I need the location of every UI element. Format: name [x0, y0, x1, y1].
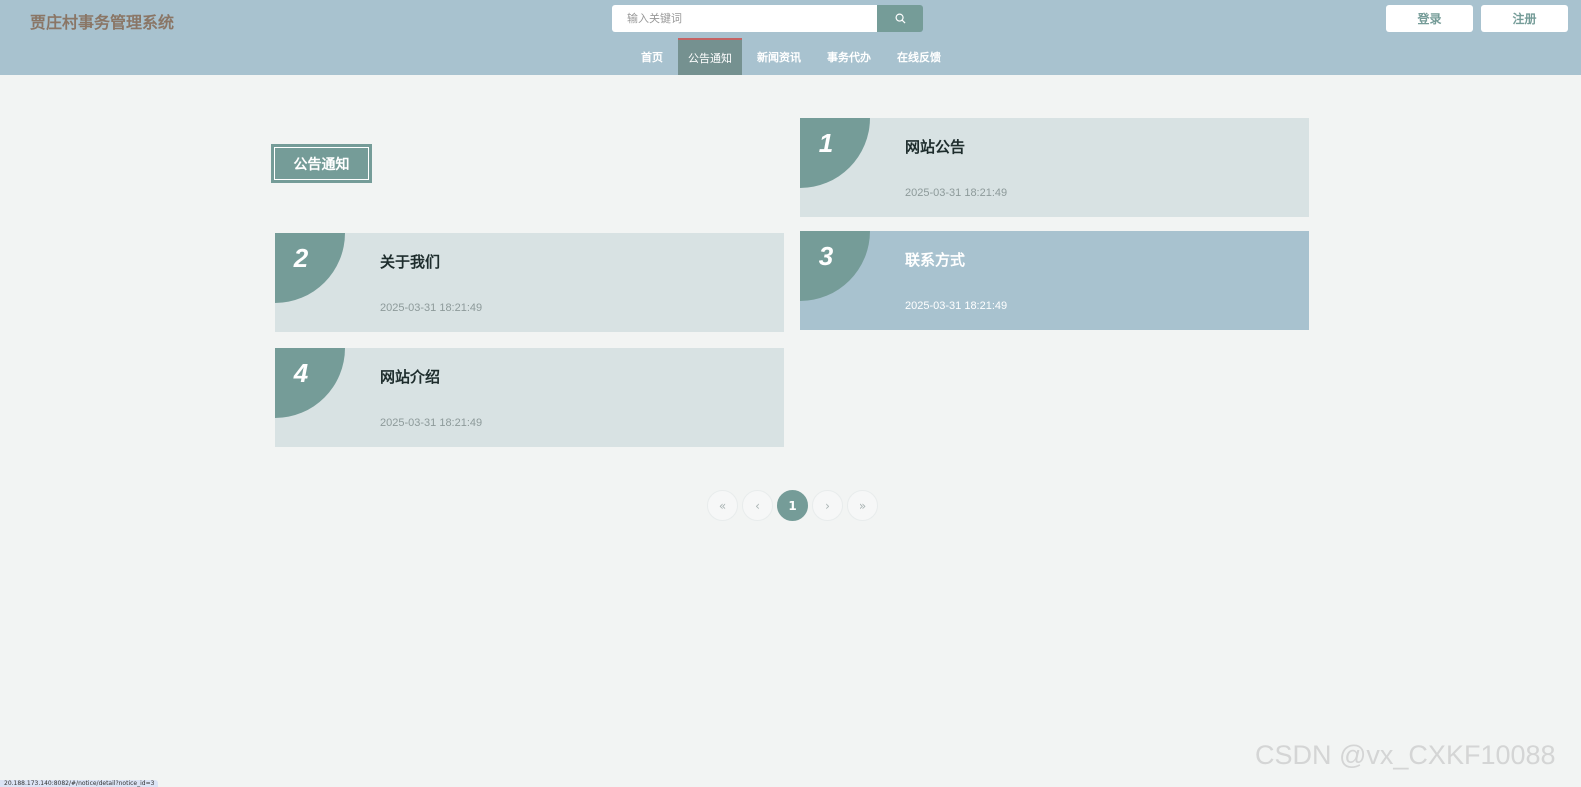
first-page-button[interactable]: « — [707, 490, 738, 521]
watermark: CSDN @vx_CXKF10088 — [1255, 740, 1556, 770]
notice-card[interactable]: 3 联系方式 2025-03-31 18:21:49 — [800, 231, 1309, 330]
register-button[interactable]: 注册 — [1481, 5, 1568, 32]
prev-page-button[interactable]: ‹ — [742, 490, 773, 521]
notice-card[interactable]: 2 关于我们 2025-03-31 18:21:49 — [275, 233, 784, 332]
search-button[interactable] — [877, 5, 923, 32]
card-title[interactable]: 联系方式 — [905, 249, 965, 270]
card-date: 2025-03-31 18:21:49 — [905, 300, 1008, 312]
site-title[interactable]: 贾庄村事务管理系统 — [30, 9, 174, 33]
notice-card[interactable]: 1 网站公告 2025-03-31 18:21:49 — [800, 118, 1309, 217]
nav-item-news[interactable]: 新闻资讯 — [746, 38, 812, 75]
card-date: 2025-03-31 18:21:49 — [380, 417, 483, 429]
pagination: « ‹ 1 › » — [707, 490, 882, 522]
card-date: 2025-03-31 18:21:49 — [905, 187, 1008, 199]
last-page-button[interactable]: » — [847, 490, 878, 521]
nav-item-affairs[interactable]: 事务代办 — [816, 38, 882, 75]
nav-item-home[interactable]: 首页 — [630, 38, 674, 75]
search-icon — [895, 9, 906, 28]
card-date: 2025-03-31 18:21:49 — [380, 302, 483, 314]
top-header: 贾庄村事务管理系统 登录 注册 首页 公告通知 新闻资讯 事务代办 在线反馈 — [0, 0, 1581, 75]
nav-item-notices[interactable]: 公告通知 — [678, 38, 742, 75]
next-page-button[interactable]: › — [812, 490, 843, 521]
notice-card[interactable]: 4 网站介绍 2025-03-31 18:21:49 — [275, 348, 784, 447]
section-title-box: 公告通知 — [271, 144, 372, 183]
nav-item-feedback[interactable]: 在线反馈 — [886, 38, 952, 75]
section-title: 公告通知 — [274, 147, 369, 180]
search-input[interactable] — [612, 5, 877, 32]
status-bar-url: 20.188.173.140:8082/#/notice/detail?noti… — [0, 780, 159, 787]
main-nav: 首页 公告通知 新闻资讯 事务代办 在线反馈 — [630, 38, 956, 75]
card-title[interactable]: 网站公告 — [905, 136, 965, 157]
card-number: 3 — [818, 241, 834, 271]
search-box — [612, 5, 923, 32]
card-number: 4 — [293, 358, 309, 388]
card-number: 1 — [818, 128, 834, 158]
card-number: 2 — [293, 243, 309, 273]
current-page-button[interactable]: 1 — [777, 490, 808, 521]
login-button[interactable]: 登录 — [1386, 5, 1473, 32]
card-title[interactable]: 关于我们 — [380, 251, 440, 272]
card-title[interactable]: 网站介绍 — [380, 366, 440, 387]
